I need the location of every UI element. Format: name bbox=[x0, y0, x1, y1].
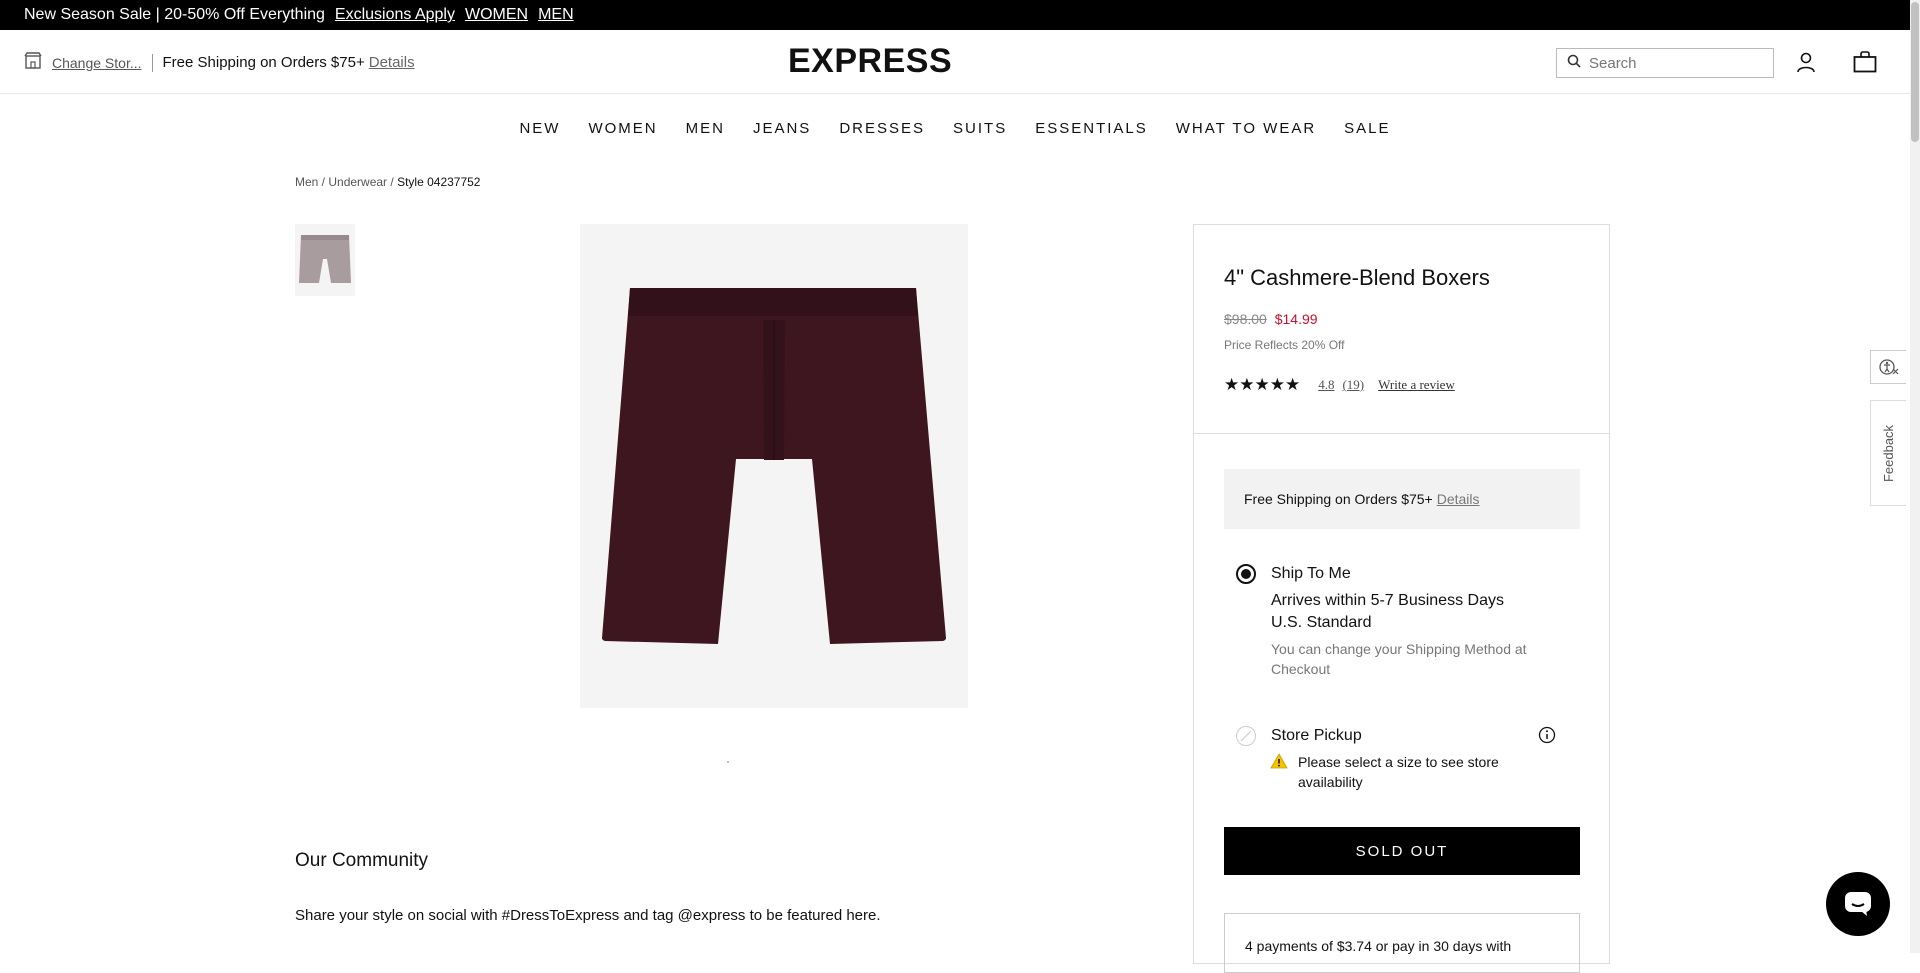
store-pickup-radio[interactable] bbox=[1236, 726, 1256, 746]
feedback-tab[interactable]: Feedback bbox=[1870, 400, 1906, 506]
payment-options-box: 4 payments of $3.74 or pay in 30 days wi… bbox=[1224, 913, 1580, 973]
community-text: Share your style on social with #DressTo… bbox=[295, 907, 881, 924]
header-details-link[interactable]: Details bbox=[369, 54, 415, 71]
panel-divider bbox=[1194, 433, 1609, 434]
breadcrumb-underwear[interactable]: Underwear bbox=[328, 175, 387, 189]
nav-new[interactable]: NEW bbox=[519, 120, 560, 137]
nav-dresses[interactable]: DRESSES bbox=[839, 120, 925, 137]
store-pickup-label[interactable]: Store Pickup bbox=[1271, 725, 1362, 747]
nav-sale[interactable]: SALE bbox=[1344, 120, 1390, 137]
header-shipping-text: Free Shipping on Orders $75+ bbox=[162, 54, 365, 71]
price-note: Price Reflects 20% Off bbox=[1224, 338, 1345, 352]
accessibility-icon[interactable] bbox=[1870, 350, 1906, 384]
scrollbar-thumb[interactable] bbox=[1911, 2, 1919, 142]
sold-out-button[interactable]: SOLD OUT bbox=[1224, 827, 1580, 875]
nav-women[interactable]: WOMEN bbox=[588, 120, 657, 137]
feedback-label: Feedback bbox=[1881, 424, 1896, 482]
change-store-link[interactable]: Change Stor... bbox=[52, 55, 142, 71]
nav-jeans[interactable]: JEANS bbox=[753, 120, 811, 137]
header-divider bbox=[151, 53, 153, 72]
review-count[interactable]: (19) bbox=[1342, 377, 1364, 393]
account-icon[interactable] bbox=[1792, 48, 1820, 76]
promo-text: New Season Sale | 20-50% Off Everything bbox=[24, 6, 325, 23]
main-nav: NEW WOMEN MEN JEANS DRESSES SUITS ESSENT… bbox=[0, 94, 1910, 162]
product-thumbnail[interactable] bbox=[295, 224, 355, 296]
site-header: Change Stor... Free Shipping on Orders $… bbox=[0, 30, 1910, 94]
chat-icon bbox=[1845, 892, 1871, 916]
nav-men[interactable]: MEN bbox=[686, 120, 725, 137]
product-main-image[interactable] bbox=[580, 224, 968, 708]
shipping-banner-text: Free Shipping on Orders $75+ bbox=[1244, 491, 1433, 507]
promo-exclusions-link[interactable]: Exclusions Apply bbox=[335, 6, 455, 24]
info-icon[interactable] bbox=[1538, 726, 1556, 749]
ship-method-text: U.S. Standard bbox=[1271, 614, 1372, 631]
product-info-panel: 4" Cashmere-Blend Boxers $98.00 $14.99 P… bbox=[1193, 224, 1610, 973]
express-logo[interactable]: EXPRESS bbox=[788, 42, 952, 81]
promo-men-link[interactable]: MEN bbox=[538, 6, 574, 24]
product-price: $98.00 $14.99 bbox=[1224, 311, 1318, 327]
promo-women-link[interactable]: WOMEN bbox=[465, 6, 528, 24]
page-scrollbar[interactable] bbox=[1910, 0, 1920, 953]
rating-value[interactable]: 4.8 bbox=[1318, 377, 1334, 393]
shipping-banner: Free Shipping on Orders $75+ Details bbox=[1224, 469, 1580, 529]
nav-essentials[interactable]: ESSENTIALS bbox=[1035, 120, 1148, 137]
ship-method-note: You can change your Shipping Method at C… bbox=[1271, 641, 1527, 677]
product-title: 4" Cashmere-Blend Boxers bbox=[1224, 265, 1490, 290]
ship-to-me-label[interactable]: Ship To Me bbox=[1271, 563, 1351, 585]
search-icon bbox=[1567, 54, 1581, 72]
nav-suits[interactable]: SUITS bbox=[953, 120, 1007, 137]
store-icon[interactable] bbox=[24, 52, 42, 73]
sale-price: $14.99 bbox=[1274, 311, 1318, 327]
payment-options-text: 4 payments of $3.74 or pay in 30 days wi… bbox=[1245, 938, 1512, 954]
ship-to-me-radio[interactable] bbox=[1236, 564, 1256, 584]
breadcrumb-current: Style 04237752 bbox=[397, 175, 481, 189]
shopping-bag-icon[interactable] bbox=[1851, 48, 1879, 76]
ship-arrival-text: Arrives within 5-7 Business Days bbox=[1271, 592, 1504, 609]
chat-button[interactable] bbox=[1826, 872, 1890, 936]
search-input[interactable] bbox=[1589, 54, 1759, 72]
pickup-warning-text: Please select a size to see store availa… bbox=[1298, 754, 1499, 790]
warning-icon bbox=[1270, 753, 1288, 774]
breadcrumb-men[interactable]: Men bbox=[295, 175, 318, 189]
search-box[interactable] bbox=[1556, 48, 1774, 78]
community-title: Our Community bbox=[295, 850, 429, 871]
breadcrumb: Men / Underwear / Style 04237752 bbox=[295, 175, 481, 189]
store-selector: Change Stor... Free Shipping on Orders $… bbox=[24, 52, 415, 73]
shipping-details-link[interactable]: Details bbox=[1437, 491, 1480, 507]
carousel-indicator bbox=[727, 761, 729, 763]
nav-what-to-wear[interactable]: WHAT TO WEAR bbox=[1176, 120, 1316, 137]
promo-bar: New Season Sale | 20-50% Off Everything … bbox=[0, 0, 1920, 30]
star-rating-icon: ★★★★★ bbox=[1224, 375, 1301, 395]
product-rating: ★★★★★ 4.8 (19) Write a review bbox=[1224, 375, 1455, 395]
original-price: $98.00 bbox=[1224, 311, 1267, 327]
write-review-link[interactable]: Write a review bbox=[1378, 377, 1455, 393]
